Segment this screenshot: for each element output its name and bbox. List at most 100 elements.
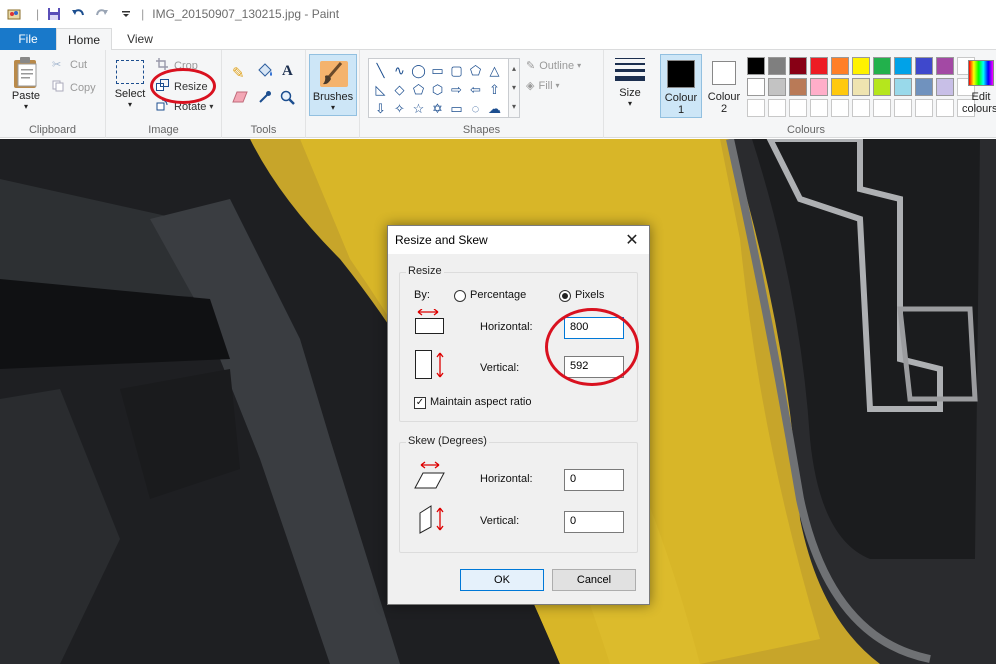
resize-button[interactable]: Resize bbox=[156, 79, 208, 94]
pentagon-shape-icon[interactable]: ⬠ bbox=[409, 80, 428, 99]
percentage-label[interactable]: Percentage bbox=[470, 289, 526, 301]
palette-swatch[interactable] bbox=[768, 57, 786, 75]
customize-toolbar-icon[interactable] bbox=[117, 5, 135, 23]
redo-icon[interactable] bbox=[93, 5, 111, 23]
size-button[interactable]: Size ▾ bbox=[612, 58, 648, 108]
ribbon: Paste ▾ ✂ Cut Copy Clipboard Select ▾ Cr… bbox=[0, 50, 996, 138]
percentage-radio[interactable] bbox=[454, 290, 466, 302]
select-button[interactable]: Select ▾ bbox=[112, 60, 148, 109]
save-icon[interactable] bbox=[45, 5, 63, 23]
palette-swatch-empty[interactable] bbox=[831, 99, 849, 117]
colour2-button[interactable]: Colour 2 bbox=[704, 54, 744, 118]
palette-swatch-empty[interactable] bbox=[936, 99, 954, 117]
pencil-icon[interactable]: ✎ bbox=[232, 64, 245, 82]
text-tool-icon[interactable]: A bbox=[282, 63, 293, 80]
cancel-button[interactable]: Cancel bbox=[552, 569, 636, 591]
maintain-aspect-label[interactable]: Maintain aspect ratio bbox=[430, 396, 532, 408]
palette-swatch-empty[interactable] bbox=[894, 99, 912, 117]
horizontal-input[interactable]: 800 bbox=[564, 317, 624, 339]
vertical-input[interactable]: 592 bbox=[564, 356, 624, 378]
rounded-rectangle-shape-icon[interactable]: ▢ bbox=[447, 61, 466, 80]
oval-callout-shape-icon[interactable]: ◌ bbox=[466, 99, 485, 118]
skew-horizontal-input[interactable]: 0 bbox=[564, 469, 624, 491]
four-point-star-shape-icon[interactable]: ✧ bbox=[390, 99, 409, 118]
palette-swatch[interactable] bbox=[915, 78, 933, 96]
five-point-star-shape-icon[interactable]: ☆ bbox=[409, 99, 428, 118]
palette-swatch[interactable] bbox=[873, 57, 891, 75]
palette-swatch-empty[interactable] bbox=[915, 99, 933, 117]
colour-picker-icon[interactable] bbox=[258, 90, 272, 104]
undo-icon[interactable] bbox=[69, 5, 87, 23]
crop-button[interactable]: Crop bbox=[156, 58, 198, 73]
palette-swatch[interactable] bbox=[789, 78, 807, 96]
palette-swatch[interactable] bbox=[789, 57, 807, 75]
callout-shape-icon[interactable]: ▭ bbox=[447, 99, 466, 118]
palette-swatch[interactable] bbox=[915, 57, 933, 75]
fill-button[interactable]: ◈ Fill ▾ bbox=[526, 79, 560, 93]
tab-file[interactable]: File bbox=[0, 28, 56, 50]
palette-swatch[interactable] bbox=[810, 78, 828, 96]
fill-dropdown-icon: ▾ bbox=[555, 81, 560, 90]
palette-swatch[interactable] bbox=[894, 57, 912, 75]
palette-swatch[interactable] bbox=[936, 78, 954, 96]
diamond-shape-icon[interactable]: ◇ bbox=[390, 80, 409, 99]
up-arrow-shape-icon[interactable]: ⇧ bbox=[485, 80, 504, 99]
palette-swatch-empty[interactable] bbox=[852, 99, 870, 117]
palette-swatch-empty[interactable] bbox=[789, 99, 807, 117]
colour1-label: Colour 1 bbox=[664, 92, 698, 116]
six-point-star-shape-icon[interactable]: ✡ bbox=[428, 99, 447, 118]
cut-button[interactable]: ✂ Cut bbox=[52, 58, 87, 72]
palette-swatch[interactable] bbox=[936, 57, 954, 75]
palette-swatch[interactable] bbox=[831, 57, 849, 75]
palette-swatch[interactable] bbox=[852, 57, 870, 75]
pixels-radio[interactable] bbox=[559, 290, 571, 302]
palette-swatch[interactable] bbox=[852, 78, 870, 96]
brushes-button[interactable]: Brushes ▾ bbox=[309, 54, 357, 116]
line-shape-icon[interactable]: ╲ bbox=[371, 61, 390, 80]
polygon-shape-icon[interactable]: ⬠ bbox=[466, 61, 485, 80]
palette-swatch-empty[interactable] bbox=[810, 99, 828, 117]
tab-home[interactable]: Home bbox=[56, 28, 112, 51]
outline-button[interactable]: ✎ Outline ▾ bbox=[526, 59, 581, 73]
palette-swatch[interactable] bbox=[810, 57, 828, 75]
magnifier-icon[interactable] bbox=[280, 90, 296, 106]
size-dropdown-icon: ▾ bbox=[627, 99, 632, 108]
tab-view[interactable]: View bbox=[118, 28, 162, 50]
cloud-callout-shape-icon[interactable]: ☁ bbox=[485, 99, 504, 118]
shapes-gallery-scroll[interactable]: ▴ ▾ ▾ bbox=[508, 58, 520, 118]
palette-swatch[interactable] bbox=[894, 78, 912, 96]
palette-swatch-empty[interactable] bbox=[768, 99, 786, 117]
palette-swatch[interactable] bbox=[873, 78, 891, 96]
right-triangle-shape-icon[interactable]: ◺ bbox=[371, 80, 390, 99]
triangle-shape-icon[interactable]: △ bbox=[485, 61, 504, 80]
copy-button[interactable]: Copy bbox=[52, 80, 96, 95]
rotate-button[interactable]: Rotate ▾ bbox=[156, 99, 213, 114]
rectangle-shape-icon[interactable]: ▭ bbox=[428, 61, 447, 80]
ok-button[interactable]: OK bbox=[460, 569, 544, 591]
eraser-icon[interactable] bbox=[232, 91, 248, 103]
palette-swatch[interactable] bbox=[747, 57, 765, 75]
oval-shape-icon[interactable]: ◯ bbox=[409, 61, 428, 80]
paste-button[interactable]: Paste ▾ bbox=[6, 56, 46, 111]
colour1-button[interactable]: Colour 1 bbox=[660, 54, 702, 118]
pixels-label[interactable]: Pixels bbox=[575, 289, 604, 301]
palette-swatch[interactable] bbox=[747, 78, 765, 96]
curve-shape-icon[interactable]: ∿ bbox=[390, 61, 409, 80]
paint-app-icon[interactable] bbox=[6, 5, 24, 23]
shapes-gallery[interactable]: ╲ ∿ ◯ ▭ ▢ ⬠ △ ◺ ◇ ⬠ ⬡ ⇨ ⇦ ⇧ ⇩ ✧ ☆ ✡ ▭ ◌ bbox=[368, 58, 520, 118]
maintain-aspect-checkbox[interactable]: ✓ bbox=[414, 397, 426, 409]
palette-swatch-empty[interactable] bbox=[747, 99, 765, 117]
hexagon-shape-icon[interactable]: ⬡ bbox=[428, 80, 447, 99]
left-arrow-shape-icon[interactable]: ⇦ bbox=[466, 80, 485, 99]
edit-colours-button[interactable]: Edit colours bbox=[962, 54, 996, 118]
down-arrow-shape-icon[interactable]: ⇩ bbox=[371, 99, 390, 118]
palette-swatch[interactable] bbox=[831, 78, 849, 96]
palette-swatch[interactable] bbox=[768, 78, 786, 96]
palette-swatch-empty[interactable] bbox=[873, 99, 891, 117]
skew-vertical-input[interactable]: 0 bbox=[564, 511, 624, 533]
dialog-title: Resize and Skew bbox=[395, 233, 488, 247]
fill-bucket-icon[interactable] bbox=[256, 63, 274, 79]
right-arrow-shape-icon[interactable]: ⇨ bbox=[447, 80, 466, 99]
close-icon[interactable]: ✕ bbox=[619, 228, 645, 252]
brushes-dropdown-icon: ▾ bbox=[330, 103, 335, 112]
